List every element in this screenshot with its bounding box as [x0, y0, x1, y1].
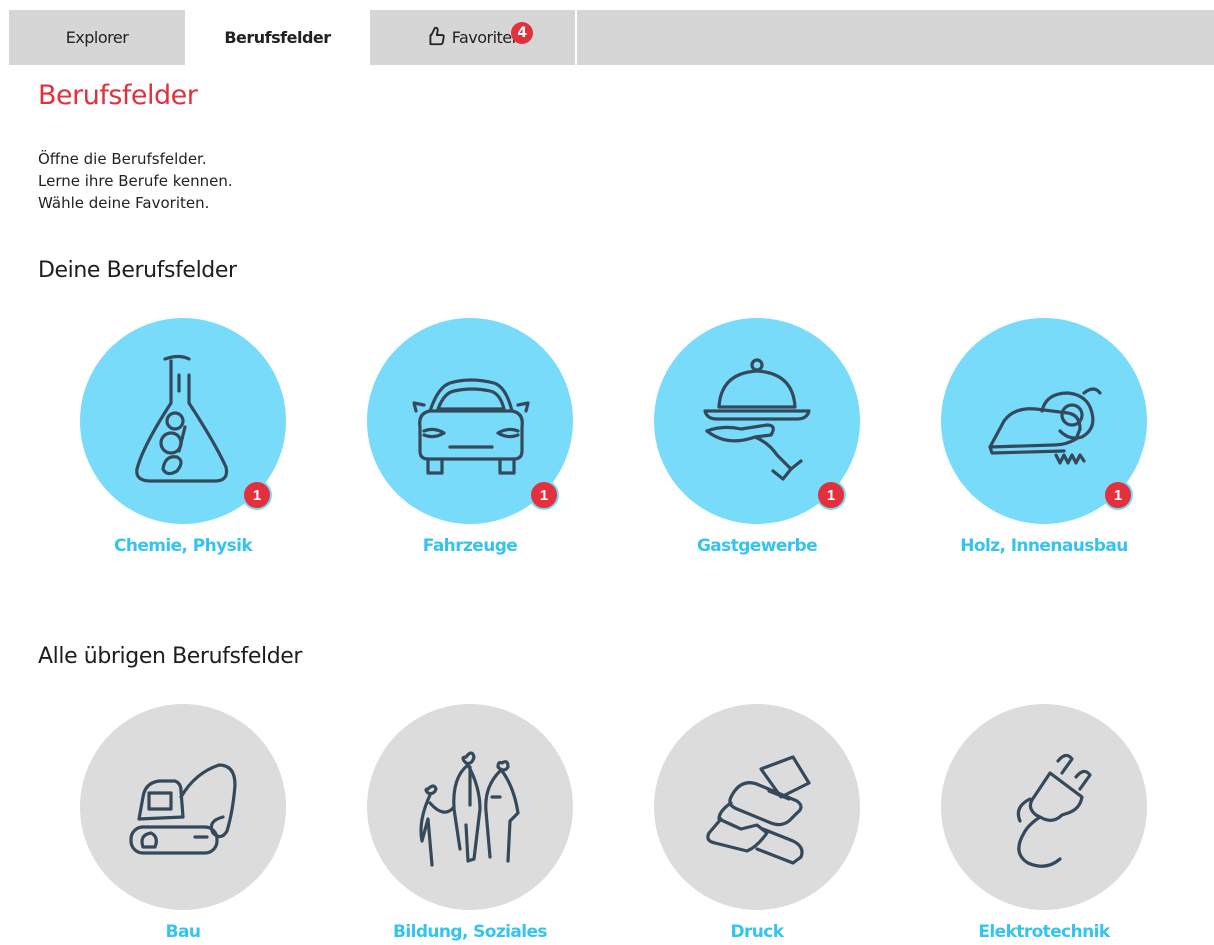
field-label: Elektrotechnik	[978, 922, 1110, 942]
intro-line: Lerne ihre Berufe kennen.	[38, 172, 233, 190]
field-circle: 1	[367, 318, 573, 524]
count-badge: 1	[816, 480, 846, 510]
field-circle	[80, 704, 286, 910]
count-badge: 1	[529, 480, 559, 510]
car-icon	[412, 378, 530, 475]
intro-text: Öffne die Berufsfelder. Lerne ihre Beruf…	[38, 148, 233, 214]
field-label: Bau	[165, 922, 201, 942]
field-label: Holz, Innenausbau	[960, 536, 1128, 556]
field-label: Gastgewerbe	[696, 536, 818, 556]
excavator-icon	[129, 763, 237, 855]
section-heading-others: Alle übrigen Berufsfelder	[38, 644, 303, 669]
cloche-icon	[703, 358, 811, 481]
field-fahrzeuge[interactable]: 1 Fahrzeuge	[340, 318, 600, 556]
field-label: Druck	[730, 922, 785, 942]
section-heading-mine: Deine Berufsfelder	[38, 258, 237, 283]
people-icon	[419, 751, 520, 867]
tab-bar: Explorer Berufsfelder Favoriten 4	[9, 10, 1214, 65]
page-title: Berufsfelder	[38, 80, 198, 111]
field-circle: 1	[941, 318, 1147, 524]
field-gastgewerbe[interactable]: 1 Gastgewerbe	[627, 318, 887, 556]
tab-explorer[interactable]: Explorer	[9, 10, 185, 65]
intro-line: Öffne die Berufsfelder.	[38, 150, 207, 168]
printer-icon	[706, 755, 811, 865]
field-circle	[654, 704, 860, 910]
field-label: Chemie, Physik	[113, 536, 253, 556]
field-circle	[941, 704, 1147, 910]
field-chemie-physik[interactable]: 1 Chemie, Physik	[53, 318, 313, 556]
tab-berufsfelder[interactable]: Berufsfelder	[185, 10, 370, 65]
intro-line: Wähle deine Favoriten.	[38, 194, 210, 212]
tab-berufsfelder-label: Berufsfelder	[224, 28, 331, 47]
field-label: Bildung, Soziales	[393, 922, 548, 942]
field-circle	[367, 704, 573, 910]
field-elektrotechnik[interactable]: Elektrotechnik	[914, 704, 1174, 942]
tab-explorer-label: Explorer	[65, 28, 129, 47]
flask-icon	[135, 354, 229, 483]
field-druck[interactable]: Druck	[627, 704, 887, 942]
thumbs-up-icon	[429, 26, 445, 45]
plug-icon	[1016, 753, 1092, 868]
field-holz-innenausbau[interactable]: 1 Holz, Innenausbau	[914, 318, 1174, 556]
field-bau[interactable]: Bau	[53, 704, 313, 942]
count-badge: 1	[1103, 480, 1133, 510]
field-circle: 1	[80, 318, 286, 524]
field-bildung-soziales[interactable]: Bildung, Soziales	[340, 704, 600, 942]
circular-saw-icon	[988, 387, 1102, 465]
count-badge: 1	[242, 480, 272, 510]
field-circle: 1	[654, 318, 860, 524]
field-label: Fahrzeuge	[422, 536, 518, 556]
tab-favoriten[interactable]: Favoriten 4	[370, 10, 577, 65]
favorites-count-badge: 4	[511, 22, 533, 44]
